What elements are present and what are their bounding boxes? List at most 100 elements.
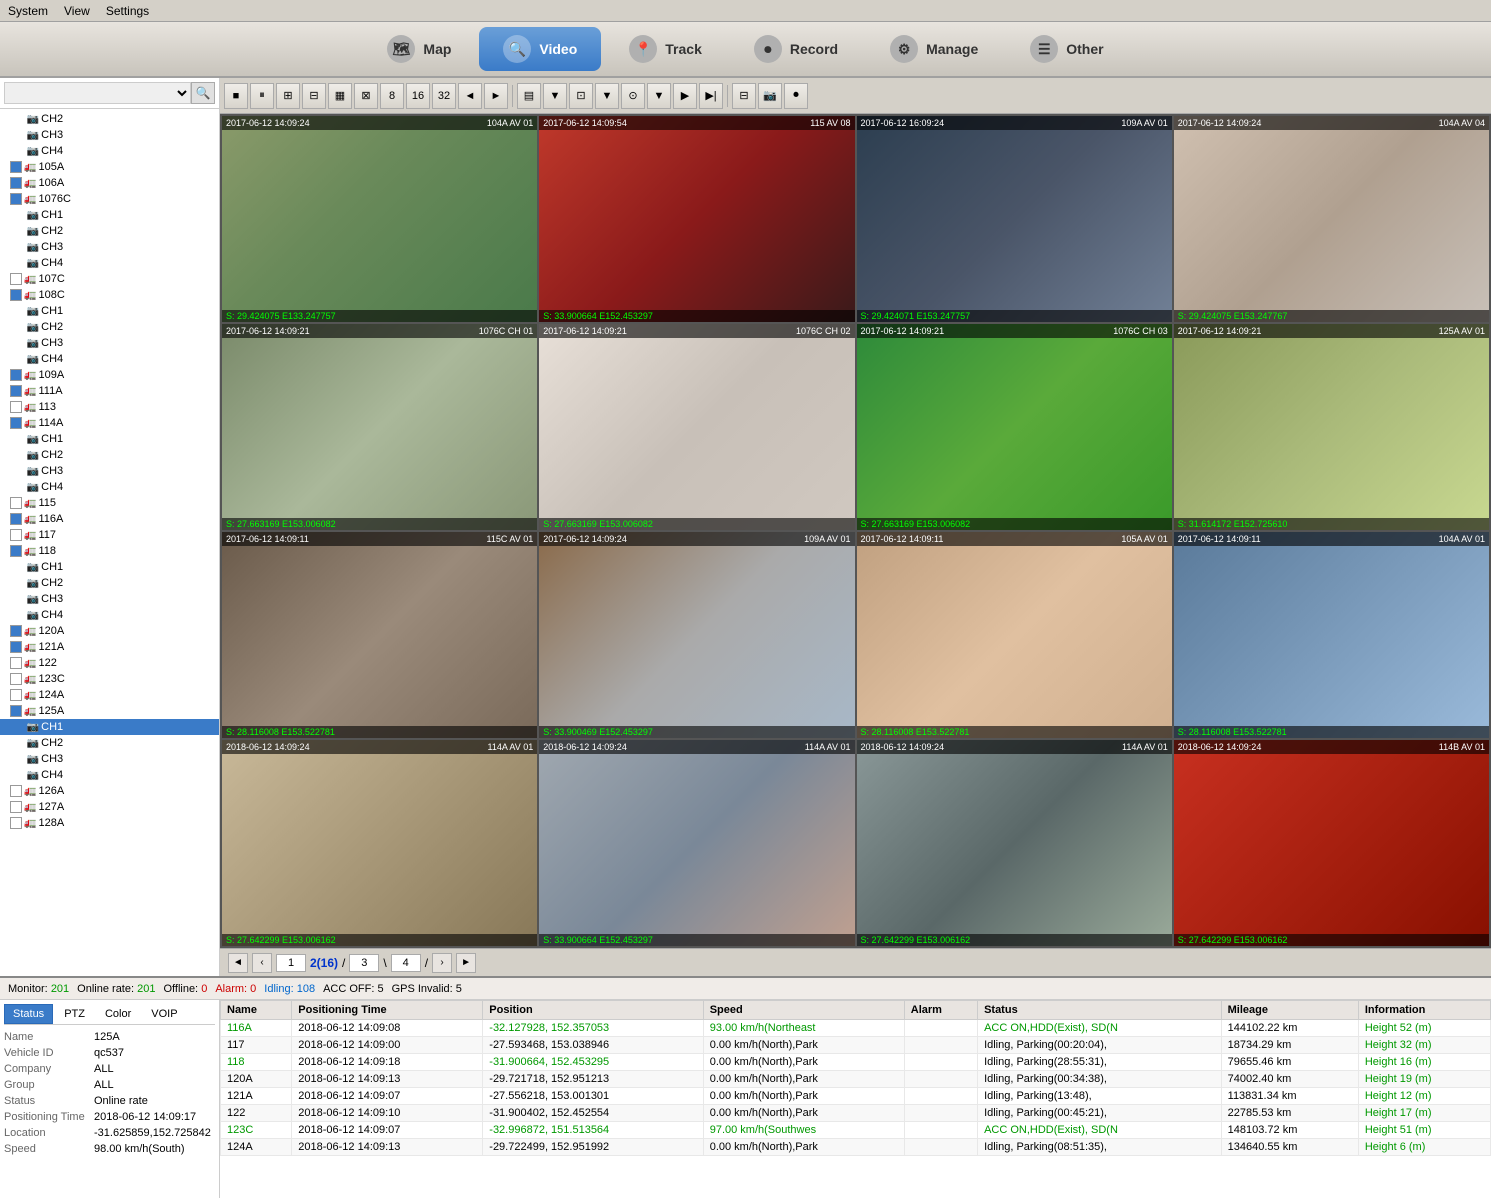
tree-item-114a-ch1[interactable]: 📷CH1 — [0, 431, 219, 447]
video-cell-7[interactable]: 2017-06-12 14:09:21 1076C CH 03 S: 27.66… — [857, 324, 1172, 530]
page-first-btn[interactable]: ◄ — [228, 953, 248, 973]
tree-item-113[interactable]: 🚛113 — [0, 399, 219, 415]
tree-item-108c-ch1[interactable]: 📷CH1 — [0, 303, 219, 319]
tree-item-125a-ch1[interactable]: 📷CH1 — [0, 719, 219, 735]
tree-item-118-ch1[interactable]: 📷CH1 — [0, 559, 219, 575]
checkbox-121a[interactable] — [10, 641, 22, 653]
toolbar-btn-play[interactable]: ▶ — [673, 83, 697, 109]
tree-item-126a[interactable]: 🚛126A — [0, 783, 219, 799]
toolbar-btn-grid32[interactable]: 32 — [432, 83, 456, 109]
checkbox-123c[interactable] — [10, 673, 22, 685]
page-prev-btn[interactable]: ‹ — [252, 953, 272, 973]
tree-item-124a[interactable]: 🚛124A — [0, 687, 219, 703]
video-cell-11[interactable]: 2017-06-12 14:09:11 105A AV 01 S: 28.116… — [857, 532, 1172, 738]
checkbox-108c[interactable] — [10, 289, 22, 301]
checkbox-106a[interactable] — [10, 177, 22, 189]
page-input-1[interactable] — [276, 954, 306, 972]
table-row[interactable]: 1172018-06-12 14:09:00-27.593468, 153.03… — [221, 1037, 1491, 1054]
tree-item-106a[interactable]: 🚛106A — [0, 175, 219, 191]
toolbar-btn-grid8[interactable]: 8 — [380, 83, 404, 109]
page-input-2[interactable] — [349, 954, 379, 972]
tree-item-1076c-ch2[interactable]: 📷CH2 — [0, 223, 219, 239]
tab-other[interactable]: ☰ Other — [1006, 27, 1127, 71]
search-select[interactable] — [4, 82, 191, 104]
toolbar-btn-capture[interactable]: 📷 — [758, 83, 782, 109]
info-tab-color[interactable]: Color — [96, 1004, 140, 1024]
checkbox-125a[interactable] — [10, 705, 22, 717]
checkbox-113[interactable] — [10, 401, 22, 413]
video-cell-13[interactable]: 2018-06-12 14:09:24 114A AV 01 S: 27.642… — [222, 740, 537, 946]
tree-item-108c-ch4[interactable]: 📷CH4 — [0, 351, 219, 367]
menu-settings[interactable]: Settings — [106, 4, 149, 18]
toolbar-btn-pause[interactable]: ⏸ — [250, 83, 274, 109]
tab-video[interactable]: 🔍 Video — [479, 27, 601, 71]
video-cell-3[interactable]: 2017-06-12 16:09:24 109A AV 01 S: 29.424… — [857, 116, 1172, 322]
tree-item-123c[interactable]: 🚛123C — [0, 671, 219, 687]
toolbar-btn-grid16[interactable]: 16 — [406, 83, 430, 109]
tree-item-ch4[interactable]: 📷CH4 — [0, 143, 219, 159]
tree-item-125a-ch2[interactable]: 📷CH2 — [0, 735, 219, 751]
table-row[interactable]: 121A2018-06-12 14:09:07-27.556218, 153.0… — [221, 1088, 1491, 1105]
video-cell-4[interactable]: 2017-06-12 14:09:24 104A AV 04 S: 29.424… — [1174, 116, 1489, 322]
info-tab-ptz[interactable]: PTZ — [55, 1004, 94, 1024]
table-row[interactable]: 124A2018-06-12 14:09:13-29.722499, 152.9… — [221, 1139, 1491, 1156]
tree-item-107c[interactable]: 🚛107C — [0, 271, 219, 287]
tree-item-111a[interactable]: 🚛111A — [0, 383, 219, 399]
video-cell-16[interactable]: 2018-06-12 14:09:24 114B AV 01 S: 27.642… — [1174, 740, 1489, 946]
page-input-3[interactable] — [391, 954, 421, 972]
tree-item-108c-ch3[interactable]: 📷CH3 — [0, 335, 219, 351]
tree-item-118-ch3[interactable]: 📷CH3 — [0, 591, 219, 607]
tree-item-127a[interactable]: 🚛127A — [0, 799, 219, 815]
toolbar-btn-next[interactable]: ► — [484, 83, 508, 109]
tree-item-122[interactable]: 🚛122 — [0, 655, 219, 671]
tree-item-116a[interactable]: 🚛116A — [0, 511, 219, 527]
tree-item-114a-ch3[interactable]: 📷CH3 — [0, 463, 219, 479]
checkbox-117[interactable] — [10, 529, 22, 541]
toolbar-btn-prev[interactable]: ◄ — [458, 83, 482, 109]
tree-item-125a-ch4[interactable]: 📷CH4 — [0, 767, 219, 783]
video-cell-9[interactable]: 2017-06-12 14:09:11 115C AV 01 S: 28.116… — [222, 532, 537, 738]
tree-item-108c-ch2[interactable]: 📷CH2 — [0, 319, 219, 335]
table-row[interactable]: 123C2018-06-12 14:09:07-32.996872, 151.5… — [221, 1122, 1491, 1139]
tree-item-ch2[interactable]: 📷CH2 — [0, 111, 219, 127]
checkbox-128a[interactable] — [10, 817, 22, 829]
tree-item-115[interactable]: 🚛115 — [0, 495, 219, 511]
toolbar-btn-record[interactable]: ⏺ — [784, 83, 808, 109]
tree-item-ch3[interactable]: 📷CH3 — [0, 127, 219, 143]
video-cell-14[interactable]: 2018-06-12 14:09:24 114A AV 01 S: 33.900… — [539, 740, 854, 946]
tree-item-125a-ch3[interactable]: 📷CH3 — [0, 751, 219, 767]
tree-item-128a[interactable]: 🚛128A — [0, 815, 219, 831]
tab-record[interactable]: ⏺ Record — [730, 27, 862, 71]
checkbox-116a[interactable] — [10, 513, 22, 525]
tree-item-114a-ch4[interactable]: 📷CH4 — [0, 479, 219, 495]
video-cell-5[interactable]: 2017-06-12 14:09:21 1076C CH 01 S: 27.66… — [222, 324, 537, 530]
tree-item-1076c-ch1[interactable]: 📷CH1 — [0, 207, 219, 223]
tree-item-125a[interactable]: 🚛125A — [0, 703, 219, 719]
toolbar-btn-option5[interactable]: ⊙ — [621, 83, 645, 109]
checkbox-124a[interactable] — [10, 689, 22, 701]
tree-item-1076c[interactable]: 🚛1076C — [0, 191, 219, 207]
tree-item-118[interactable]: 🚛118 — [0, 543, 219, 559]
checkbox-122[interactable] — [10, 657, 22, 669]
checkbox-111a[interactable] — [10, 385, 22, 397]
video-cell-8[interactable]: 2017-06-12 14:09:21 125A AV 01 S: 31.614… — [1174, 324, 1489, 530]
video-cell-12[interactable]: 2017-06-12 14:09:11 104A AV 01 S: 28.116… — [1174, 532, 1489, 738]
video-cell-6[interactable]: 2017-06-12 14:09:21 1076C CH 02 S: 27.66… — [539, 324, 854, 530]
checkbox-127a[interactable] — [10, 801, 22, 813]
toolbar-btn-stop[interactable]: ■ — [224, 83, 248, 109]
menu-system[interactable]: System — [8, 4, 48, 18]
video-cell-1[interactable]: 2017-06-12 14:09:24 104A AV 01 S: 29.424… — [222, 116, 537, 322]
toolbar-btn-option2[interactable]: ▼ — [543, 83, 567, 109]
page-next-btn[interactable]: › — [432, 953, 452, 973]
search-button[interactable]: 🔍 — [191, 82, 215, 104]
checkbox-120a[interactable] — [10, 625, 22, 637]
toolbar-btn-play2[interactable]: ▶| — [699, 83, 723, 109]
page-last-btn[interactable]: ► — [456, 953, 476, 973]
checkbox-126a[interactable] — [10, 785, 22, 797]
toolbar-btn-grid1[interactable]: ⊞ — [276, 83, 300, 109]
toolbar-btn-option4[interactable]: ▼ — [595, 83, 619, 109]
tab-map[interactable]: 🗺 Map — [363, 27, 475, 71]
video-cell-2[interactable]: 2017-06-12 14:09:54 115 AV 08 S: 33.9006… — [539, 116, 854, 322]
menu-view[interactable]: View — [64, 4, 90, 18]
tab-track[interactable]: 📍 Track — [605, 27, 726, 71]
